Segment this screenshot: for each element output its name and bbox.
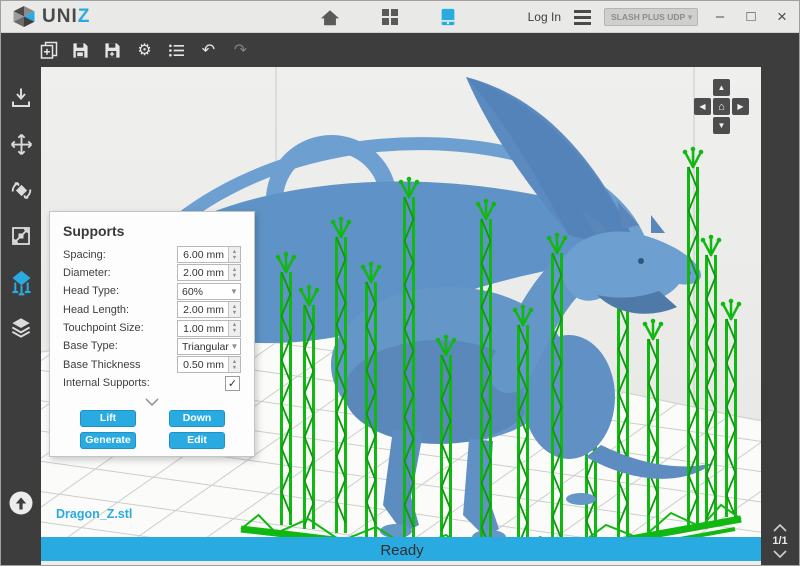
minimize-button[interactable]: – (711, 8, 729, 26)
internal-supports-checkbox[interactable]: ✓ (225, 376, 240, 391)
field-row-head-type: Head Type: 60% ▼ (63, 283, 241, 300)
chevron-down-icon (145, 398, 159, 406)
home-icon[interactable] (319, 6, 341, 28)
upload-button[interactable] (8, 490, 34, 521)
lift-button[interactable]: Lift (80, 410, 136, 427)
right-strip: 1/1 (761, 33, 799, 566)
sidebar-item-scale[interactable] (1, 213, 41, 259)
login-button[interactable]: Log In (528, 10, 561, 24)
spinner-arrows[interactable]: ▲▼ (228, 302, 240, 317)
rotate-icon (9, 178, 34, 203)
layers-icon (8, 315, 34, 341)
build-list-icon[interactable] (167, 41, 186, 60)
pager-down-icon[interactable] (773, 550, 787, 558)
base-thickness-input[interactable]: 0.50 mm ▲▼ (177, 356, 241, 373)
field-row-base-thickness: Base Thickness 0.50 mm ▲▼ (63, 356, 241, 373)
move-icon (9, 132, 34, 157)
model-filename: Dragon_Z.stl (56, 507, 132, 521)
head-length-input[interactable]: 2.00 mm ▲▼ (177, 301, 241, 318)
scale-icon (9, 224, 33, 248)
upload-icon (8, 490, 34, 516)
spinner-arrows[interactable]: ▲▼ (228, 247, 240, 262)
view-home-button[interactable]: ⌂ (713, 98, 730, 115)
field-row-internal-supports: Internal Supports: ✓ (63, 375, 241, 392)
view-down-button[interactable]: ▼ (713, 117, 730, 134)
uniz-logo-icon (11, 5, 37, 28)
view-up-button[interactable]: ▲ (713, 79, 730, 96)
panel-title: Supports (63, 223, 241, 239)
sidebar-item-move[interactable] (1, 121, 41, 167)
view-nav-cluster: ▲ ◀ ⌂ ▶ ▼ (694, 79, 749, 134)
supports-icon (8, 269, 35, 296)
panel-buttons: Lift Down Generate Edit (80, 410, 225, 449)
chevron-down-icon: ▼ (228, 284, 240, 299)
maximize-button[interactable]: □ (742, 8, 760, 26)
titlebar: UNIZ Log In SLASH PLUS UDP ▼ (1, 1, 799, 33)
spinner-arrows[interactable]: ▲▼ (228, 265, 240, 280)
pager-label: 1/1 (761, 535, 799, 547)
close-button[interactable]: × (773, 8, 791, 26)
generate-button[interactable]: Generate (80, 432, 136, 449)
sidebar-item-layers[interactable] (1, 305, 41, 351)
panel-collapse-chevron[interactable] (63, 393, 241, 406)
status-bar: Ready (41, 537, 763, 563)
spinner-arrows[interactable]: ▲▼ (228, 321, 240, 336)
spacing-input[interactable]: 6.00 mm ▲▼ (177, 246, 241, 263)
spinner-arrows[interactable]: ▲▼ (228, 357, 240, 372)
plate-pager: 1/1 (761, 524, 799, 561)
printer-select-value: SLASH PLUS UDP (611, 12, 685, 22)
save-as-icon[interactable] (103, 41, 122, 60)
settings-gear-icon[interactable]: ⚙ (135, 41, 154, 60)
sidebar-item-rotate[interactable] (1, 167, 41, 213)
bottom-strip (41, 561, 763, 565)
field-row-base-type: Base Type: Triangular ▼ (63, 338, 241, 355)
field-row-diameter: Diameter: 2.00 mm ▲▼ (63, 264, 241, 281)
field-row-touchpoint-size: Touchpoint Size: 1.00 mm ▲▼ (63, 320, 241, 337)
uniz-logo: UNIZ (11, 5, 90, 28)
sidebar-item-supports[interactable] (1, 259, 41, 305)
apps-grid-icon[interactable] (379, 6, 401, 28)
logo-wordmark: UNIZ (42, 6, 90, 28)
edit-button[interactable]: Edit (169, 432, 225, 449)
view-left-button[interactable]: ◀ (694, 98, 711, 115)
import-icon (9, 86, 33, 110)
field-row-head-length: Head Length: 2.00 mm ▲▼ (63, 301, 241, 318)
supports-panel: Supports Spacing: 6.00 mm ▲▼ Diameter: 2… (49, 211, 255, 457)
down-button[interactable]: Down (169, 410, 225, 427)
app-window: UNIZ Log In SLASH PLUS UDP ▼ (0, 0, 800, 566)
chevron-down-icon: ▼ (229, 339, 240, 354)
status-text: Ready (380, 542, 423, 559)
field-row-spacing: Spacing: 6.00 mm ▲▼ (63, 246, 241, 263)
pager-up-icon[interactable] (773, 524, 787, 532)
head-type-select[interactable]: 60% ▼ (177, 283, 241, 300)
touchpoint-size-input[interactable]: 1.00 mm ▲▼ (177, 320, 241, 337)
sidebar-item-import[interactable] (1, 75, 41, 121)
redo-icon[interactable]: ↷ (231, 41, 250, 60)
undo-icon[interactable]: ↶ (199, 41, 218, 60)
chevron-down-icon: ▼ (686, 13, 694, 22)
save-icon[interactable] (71, 41, 90, 60)
menu-icon[interactable] (574, 10, 591, 25)
view-right-button[interactable]: ▶ (732, 98, 749, 115)
left-toolbar (1, 67, 41, 566)
base-type-select[interactable]: Triangular ▼ (177, 338, 241, 355)
add-file-icon[interactable] (39, 41, 58, 60)
printer-tab-icon[interactable] (437, 6, 459, 28)
diameter-input[interactable]: 2.00 mm ▲▼ (177, 264, 241, 281)
toolbar: ⚙ ↶ ↷ (1, 33, 799, 67)
printer-select-dropdown[interactable]: SLASH PLUS UDP ▼ (604, 8, 698, 26)
